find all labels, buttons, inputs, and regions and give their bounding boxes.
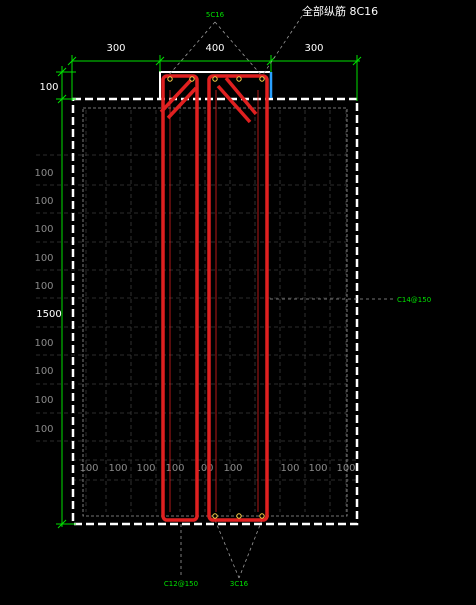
rebar-dot [236,513,242,519]
rebar-dot [167,76,173,82]
grid-bottom-label: 100 [223,463,242,474]
rebar-dot [189,76,195,82]
rebar-dot [259,76,265,82]
grid-bottom-label: 100 [336,463,355,474]
grid-left-label: 100 [34,424,53,435]
grid-bottom-label: 100 [108,463,127,474]
grid-left-label: 100 [34,281,53,292]
grid-left-label: 100 [34,224,53,235]
side-rebar-label: C14@150 [397,296,431,304]
grid-left-label: 100 [34,366,53,377]
grid-bottom-label: 100 [165,463,184,474]
dim-top-left: 300 [106,43,125,54]
rebar-dot [236,76,242,82]
bottom-stirrup-label: C12@150 [164,580,198,588]
grid-bottom-label: 100 [308,463,327,474]
grid-left-label: 100 [34,395,53,406]
grid-left-label: 100 [34,196,53,207]
grid-left-label: 100 [34,338,53,349]
rebar-dot [212,76,218,82]
grid-left-label: 100 [34,253,53,264]
dim-top-right: 300 [304,43,323,54]
grid-left-label: 100 [34,168,53,179]
dim-left-top: 100 [39,82,58,93]
grid-bottom-label: 100 [280,463,299,474]
dim-left-total: 1500 [36,309,61,320]
longitudinal-rebar-label: 全部纵筋 8C16 [302,4,378,18]
bottom-rebar-label: 3C16 [230,580,249,588]
grid-bottom-label: 100 [136,463,155,474]
rebar-dot [212,513,218,519]
section-drawing: 300 400 300 100 1500 100 100 100 100 100… [0,0,476,605]
grid-bottom-label: 100 [79,463,98,474]
top-rebar-label: 5C16 [206,11,225,19]
dim-top-middle: 400 [205,43,224,54]
rebar-dot [259,513,265,519]
